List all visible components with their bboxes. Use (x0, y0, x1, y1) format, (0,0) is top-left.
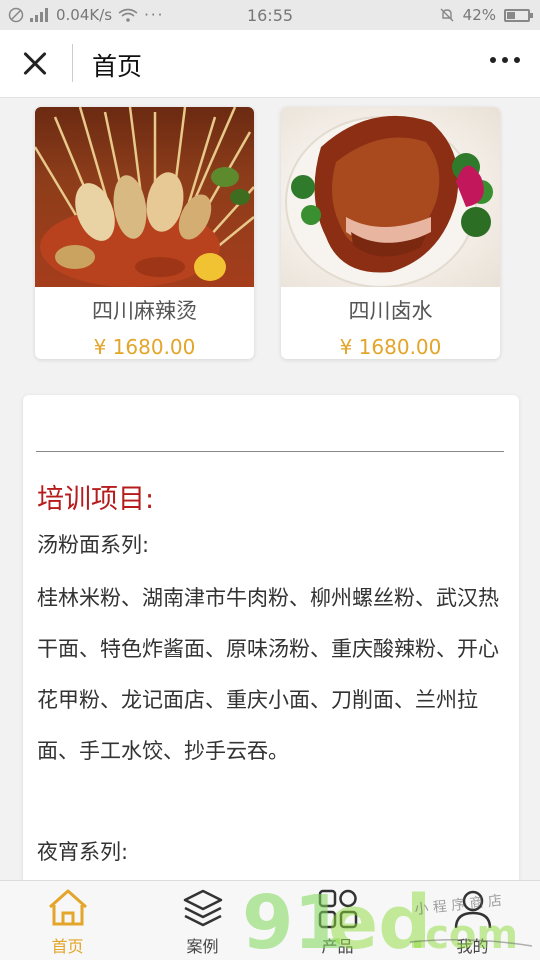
article-divider (36, 451, 504, 452)
close-button[interactable] (18, 46, 54, 82)
tab-label: 案例 (186, 937, 219, 956)
home-icon (49, 889, 87, 926)
article-heading: 培训项目: (37, 484, 155, 515)
battery-icon (504, 8, 533, 22)
product-card-malatang[interactable]: 四川麻辣烫 ¥ 1680.00 (35, 107, 254, 359)
page-title: 首页 (92, 52, 143, 81)
tab-label: 我的 (456, 937, 489, 956)
article-card: 培训项目: 汤粉面系列: 桂林米粉、湖南津市牛肉粉、柳州螺丝粉、武汉热干面、特色… (23, 395, 519, 960)
section-title-night-snacks: 夜宵系列: (37, 840, 129, 864)
product-image-malatang (35, 107, 254, 287)
product-name: 四川卤水 (348, 299, 433, 323)
battery-percent: 42% (462, 6, 496, 24)
battery-fill (507, 11, 515, 19)
product-name: 四川麻辣烫 (92, 299, 197, 323)
mute-bell-icon (440, 8, 454, 22)
tab-home[interactable]: 首页 (0, 881, 135, 960)
noodle-list-paragraph: 桂林米粉、湖南津市牛肉粉、柳州螺丝粉、武汉热干面、特色炸酱面、原味汤粉、重庆酸辣… (37, 586, 499, 763)
more-options-button[interactable] (490, 57, 520, 63)
layers-icon (183, 889, 223, 927)
dot-icon (490, 57, 496, 63)
dot-icon (514, 57, 520, 63)
status-bar: 0.04K/s ··· 16:55 42% (0, 0, 540, 30)
tab-label: 产品 (321, 937, 354, 956)
tab-mine[interactable]: 我的 (405, 881, 540, 960)
nav-bar: 首页 (0, 30, 540, 98)
dot-icon (502, 57, 508, 63)
tab-label: 首页 (51, 937, 84, 956)
section-title-noodles: 汤粉面系列: (37, 533, 150, 557)
tab-cases[interactable]: 案例 (135, 881, 270, 960)
product-price: ¥ 1680.00 (339, 335, 442, 359)
product-image-lushui (281, 107, 500, 287)
product-price: ¥ 1680.00 (93, 335, 196, 359)
nav-divider (72, 44, 73, 82)
user-icon (454, 890, 492, 929)
product-card-lushui[interactable]: 四川卤水 ¥ 1680.00 (281, 107, 500, 359)
tab-bar: 首页 案例 产品 我的 (0, 880, 540, 960)
tab-products[interactable]: 产品 (270, 881, 405, 960)
status-right: 42% (439, 0, 533, 30)
grid-icon (318, 889, 358, 929)
